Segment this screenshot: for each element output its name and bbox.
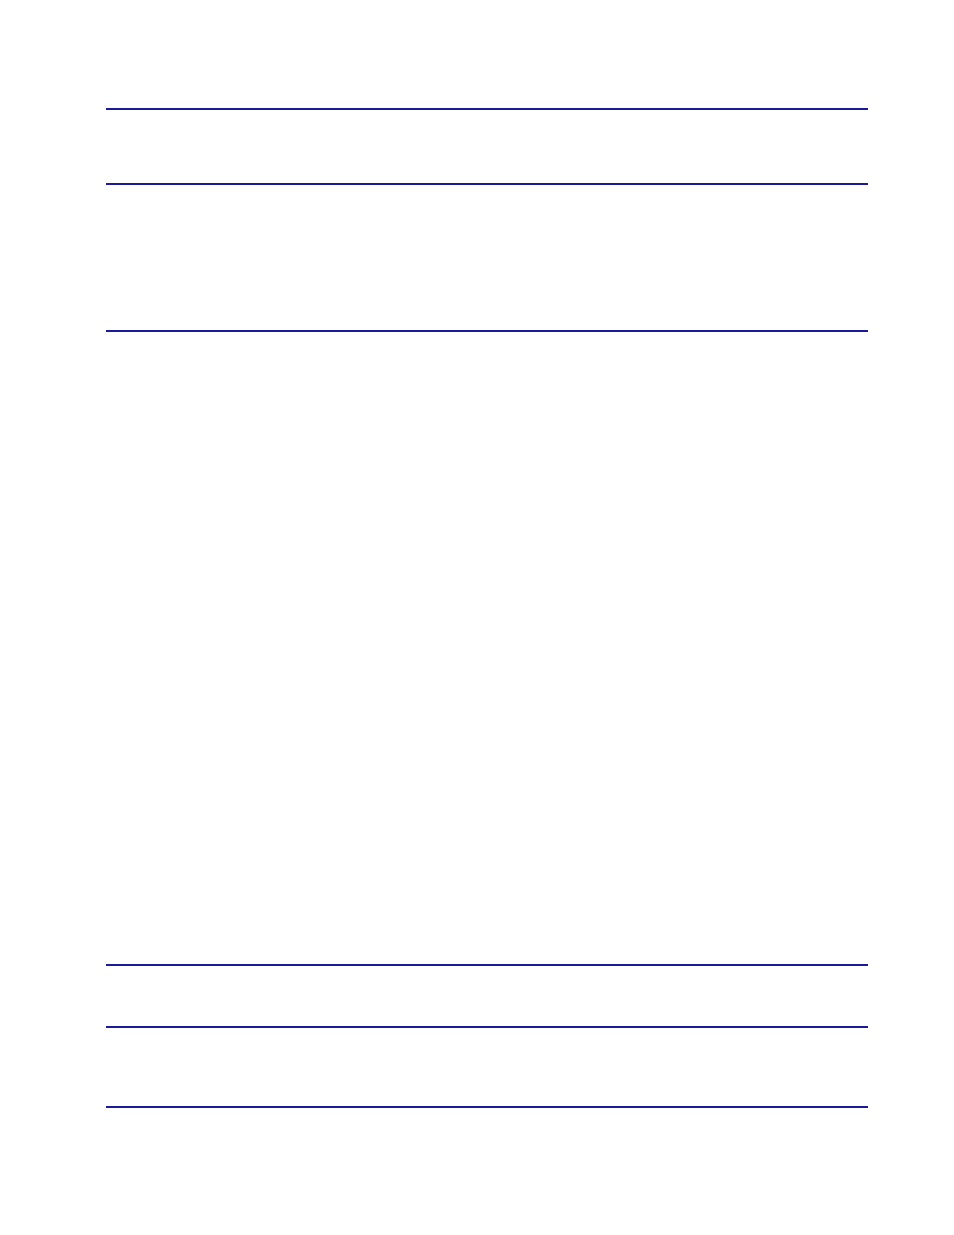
horizontal-rule-6 — [106, 1106, 868, 1108]
horizontal-rule-2 — [106, 183, 868, 185]
document-page — [0, 0, 954, 1108]
line-section-5 — [106, 1026, 868, 1028]
line-section-4 — [106, 964, 868, 966]
horizontal-rule-3 — [106, 330, 868, 332]
horizontal-rule-1 — [106, 108, 868, 110]
line-section-2 — [106, 183, 868, 185]
line-section-1 — [106, 108, 868, 110]
line-section-6 — [106, 1106, 868, 1108]
line-section-3 — [106, 330, 868, 332]
horizontal-rule-5 — [106, 1026, 868, 1028]
horizontal-rule-4 — [106, 964, 868, 966]
